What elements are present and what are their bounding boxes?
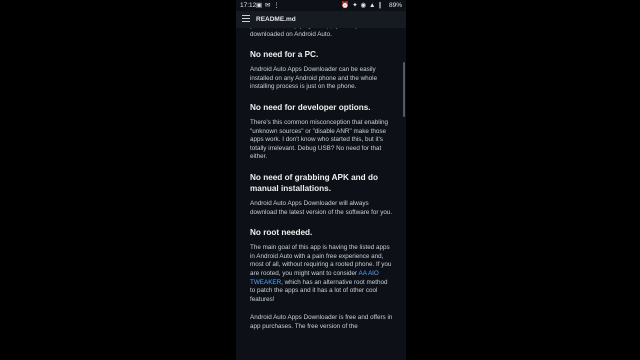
status-bar: 17:12 ▣ ✉ ⋮ ⏰ ✦ ◉ ▲ ∥ 89% — [236, 0, 406, 11]
heading-no-dev-options: No need for developer options. — [250, 102, 371, 112]
file-title: README.md — [256, 16, 296, 23]
toc-menu-icon[interactable] — [242, 15, 250, 24]
intro-paragraph: you can start enjoying the app you've ju… — [250, 28, 365, 38]
heading-no-root: No root needed. — [250, 228, 313, 238]
scrollbar[interactable] — [403, 62, 405, 117]
paragraph-no-apk: Android Auto Apps Downloader will always… — [250, 199, 393, 216]
phone-screen: 17:12 ▣ ✉ ⋮ ⏰ ✦ ◉ ▲ ∥ 89% README.md you … — [236, 0, 406, 360]
notification-icons: ▣ ✉ ⋮ — [256, 2, 281, 9]
final-paragraph: Android Auto Apps Downloader is free and… — [250, 314, 393, 330]
paragraph-no-dev-options: There's this common misconception that e… — [250, 118, 389, 161]
system-icons: ⏰ ✦ ◉ ▲ ∥ — [341, 2, 382, 9]
paragraph-no-root: The main goal of this app is having the … — [250, 244, 394, 304]
app-bar: README.md — [236, 11, 406, 28]
paragraph-no-pc: Android Auto Apps Downloader can be easi… — [250, 66, 378, 91]
heading-no-pc: No need for a PC. — [250, 50, 319, 60]
heading-no-apk: No need of grabbing APK and do manual in… — [250, 172, 378, 193]
readme-content[interactable]: you can start enjoying the app you've ju… — [236, 28, 406, 360]
battery-level: 89% — [388, 2, 402, 9]
status-time: 17:12 — [240, 2, 257, 9]
